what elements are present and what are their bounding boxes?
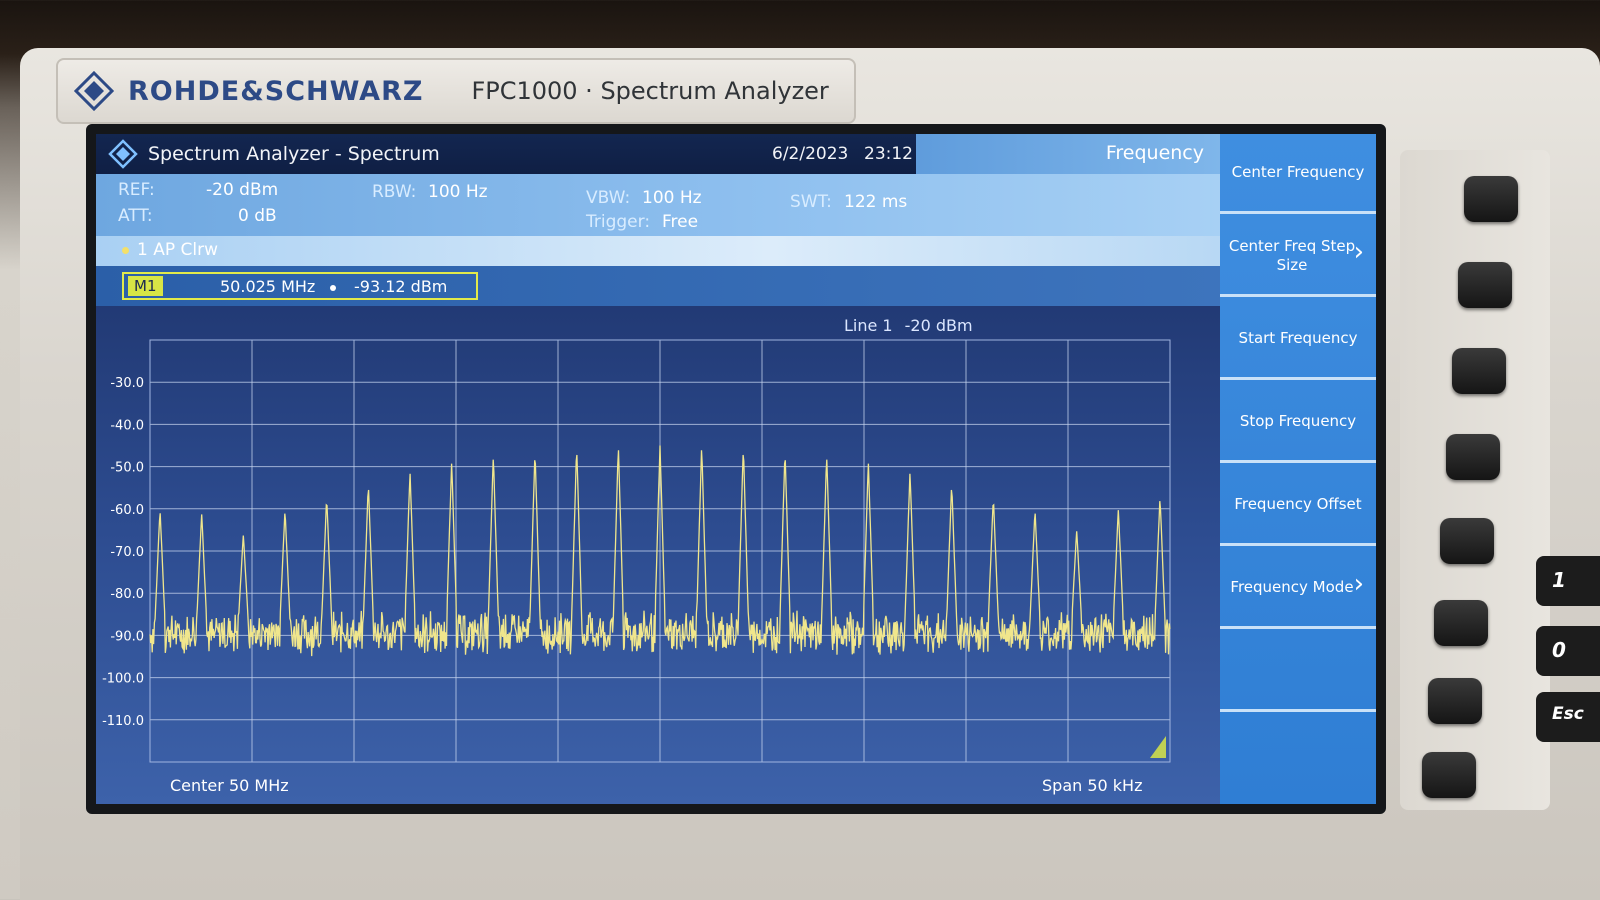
hardware-softkey-button-2[interactable] [1458,262,1512,308]
trace-indicator[interactable]: 1 AP Clrw [96,236,1220,266]
brand-plate: ROHDE&SCHWARZ FPC1000 · Spectrum Analyze… [56,58,856,124]
softkey-label: Center Frequency [1231,163,1365,181]
center-frequency-label: Center 50 MHz [170,776,289,795]
softkey-empty-8[interactable] [1220,715,1376,795]
y-tick-label: -40.0 [110,418,144,433]
trace-label: 1 AP Clrw [137,240,218,260]
marker-level: -93.12 dBm [354,277,448,296]
softkey-center-freq-step-size[interactable]: Center Freq Step Size › [1220,217,1376,297]
softkey-label: Stop Frequency [1239,412,1357,430]
time-display: 23:12 [864,144,913,164]
hardware-softkey-button-1[interactable] [1464,176,1518,222]
ref-label: REF: [118,180,155,200]
softkey-frequency-offset[interactable]: Frequency Offset [1220,466,1376,546]
marker-position-icon [1150,736,1166,758]
hardware-softkey-button-6[interactable] [1434,600,1488,646]
marker-bar: M1 50.025 MHz -93.12 dBm [96,266,1220,306]
hardware-softkey-button-7[interactable] [1428,678,1482,724]
ref-value[interactable]: -20 dBm [206,180,278,200]
softkey-empty-7[interactable] [1220,632,1376,712]
hardware-softkey-button-3[interactable] [1452,348,1506,394]
trace-dot-icon [122,246,129,254]
rs-logo-icon [73,70,115,112]
key-esc[interactable]: Esc [1536,692,1600,742]
softkey-center-frequency[interactable]: Center Frequency [1220,134,1376,214]
y-tick-label: -60.0 [110,503,144,518]
app-icon [108,139,138,169]
chevron-right-icon: › [1353,237,1364,267]
marker-tag: M1 [128,276,163,296]
att-label: ATT: [118,206,153,226]
rbw-value[interactable]: 100 Hz [428,182,488,202]
spectrum-plot[interactable]: -30.0 -40.0 -50.0 -60.0 -70.0 -80.0 -90.0 -100.… [96,306,1220,804]
y-tick-label: -100.0 [102,672,144,687]
hardware-button-column [1400,150,1550,810]
menu-title-frequency: Frequency [916,134,1220,174]
key-1[interactable]: 1 [1536,556,1600,606]
trigger-label: Trigger: [586,212,651,232]
softkey-label: Center Freq Step Size [1228,236,1356,274]
swt-value[interactable]: 122 ms [844,192,907,212]
date-display: 6/2/2023 [772,144,849,164]
swt-label: SWT: [790,192,832,212]
y-tick-label: -50.0 [110,461,144,476]
chevron-right-icon: › [1353,569,1364,599]
hardware-softkey-button-5[interactable] [1440,518,1494,564]
vbw-value[interactable]: 100 Hz [642,188,702,208]
softkey-frequency-mode[interactable]: Frequency Mode › [1220,549,1376,629]
settings-panel[interactable]: REF: -20 dBm ATT: 0 dB RBW: 100 Hz VBW: … [96,174,1220,236]
softkey-label: Frequency Mode [1230,578,1354,596]
vbw-label: VBW: [586,188,631,208]
y-tick-label: -90.0 [110,629,144,644]
model-name: FPC1000 · Spectrum Analyzer [471,77,829,105]
key-0[interactable]: 0 [1536,626,1600,676]
line1-name: Line 1 [844,316,893,335]
line1-label: Line 1 -20 dBm [844,316,973,335]
line1-value: -20 dBm [904,316,973,335]
trigger-value[interactable]: Free [662,212,698,232]
y-tick-label: -70.0 [110,545,144,560]
marker-readout[interactable]: M1 50.025 MHz -93.12 dBm [122,272,478,300]
rbw-label: RBW: [372,182,417,202]
softkey-panel: Center Frequency Center Freq Step Size › … [1220,134,1376,804]
att-value[interactable]: 0 dB [238,206,277,226]
span-label: Span 50 kHz [1042,776,1143,795]
brand-name: ROHDE&SCHWARZ [128,75,424,107]
marker-dot-icon [330,285,336,291]
softkey-label: Start Frequency [1238,329,1358,347]
y-tick-label: -30.0 [110,376,144,391]
hardware-softkey-button-4[interactable] [1446,434,1500,480]
y-tick-label: -80.0 [110,587,144,602]
marker-frequency: 50.025 MHz [220,277,316,296]
app-title: Spectrum Analyzer - Spectrum [148,143,440,165]
hardware-softkey-button-8[interactable] [1422,752,1476,798]
softkey-start-frequency[interactable]: Start Frequency [1220,300,1376,380]
y-tick-label: -110.0 [102,714,144,729]
softkey-label: Frequency Offset [1234,495,1362,513]
softkey-stop-frequency[interactable]: Stop Frequency [1220,383,1376,463]
analyzer-screen: Spectrum Analyzer - Spectrum 6/2/2023 23… [86,124,1386,814]
spectrum-chart[interactable]: -30.0 -40.0 -50.0 -60.0 -70.0 -80.0 -90.0 -100.… [96,306,1220,804]
